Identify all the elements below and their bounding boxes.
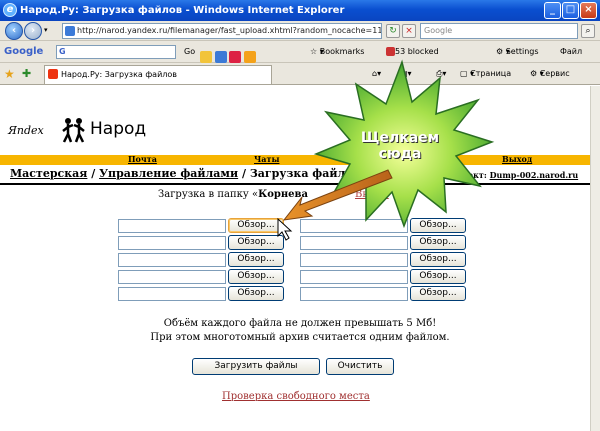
breadcrumb-current: Загрузка файлов xyxy=(249,167,361,180)
window-titlebar: e Народ.Ру: Загрузка файлов - Windows In… xyxy=(0,0,600,21)
address-field[interactable]: http://narod.yandex.ru/filemanager/fast_… xyxy=(62,23,382,39)
url-text: http://narod.yandex.ru/filemanager/fast_… xyxy=(77,26,382,35)
search-input[interactable]: Google xyxy=(420,23,578,39)
file-menu[interactable]: Файл xyxy=(560,41,582,63)
upload-folder-label: Загрузка в папку «Корнева xyxy=(158,189,308,200)
refresh-icon[interactable]: ↻ xyxy=(386,24,400,38)
page-icon xyxy=(65,26,75,36)
breadcrumb-file-management[interactable]: Управление файлами xyxy=(99,167,238,180)
tab-current[interactable]: Народ.Ру: Загрузка файлов xyxy=(44,65,272,84)
narod-logo-text: Народ xyxy=(90,119,147,139)
file-input-9[interactable] xyxy=(118,287,226,301)
choose-folder-link[interactable]: Выбра xyxy=(355,189,389,200)
stop-icon[interactable]: × xyxy=(402,24,416,38)
google-go-button[interactable]: Go xyxy=(184,41,195,63)
page-menu[interactable]: ▢ Страница ▾ xyxy=(460,63,511,85)
project-link[interactable]: Dump-002.narod.ru xyxy=(490,170,579,180)
google-toolbar: Google G Go ☆ Bookmarks ▾ 53 blocked ⚙ Se… xyxy=(0,41,600,63)
folder-name: Корнева xyxy=(258,189,308,200)
project-info: ект: Dump-002.narod.ru xyxy=(468,170,579,180)
back-button[interactable]: ‹ xyxy=(5,22,23,40)
breadcrumb-workshop[interactable]: Мастерская xyxy=(10,167,87,180)
browse-button-7[interactable]: Обзор... xyxy=(228,269,284,284)
nav-chats-link[interactable]: Чаты xyxy=(254,154,279,164)
tools-menu[interactable]: ⚙ Сервис ▾ xyxy=(530,63,570,85)
file-input-1[interactable] xyxy=(118,219,226,233)
add-favorites-icon[interactable]: ✚ xyxy=(22,63,31,85)
maximize-button[interactable]: □ xyxy=(562,2,579,19)
close-button[interactable]: × xyxy=(580,2,597,19)
people-logo-icon xyxy=(62,118,85,143)
browse-button-2[interactable]: Обзор... xyxy=(410,218,466,233)
browse-button-1[interactable]: Обзор... xyxy=(228,218,284,233)
news-icon xyxy=(243,50,256,63)
file-input-4[interactable] xyxy=(300,236,408,250)
file-input-8[interactable] xyxy=(300,270,408,284)
bookmarks-button[interactable]: ☆ Bookmarks ▾ xyxy=(310,41,364,63)
star-icon xyxy=(200,50,212,63)
recent-pages-icon[interactable]: ▾ xyxy=(44,26,48,34)
browse-button-5[interactable]: Обзор... xyxy=(228,252,284,267)
file-input-6[interactable] xyxy=(300,253,408,267)
site-favicon xyxy=(48,69,58,79)
mail-icon xyxy=(229,50,242,63)
narod-logo: Яndex Народ xyxy=(8,118,146,143)
favorites-star-icon[interactable]: ★ xyxy=(4,63,15,85)
print-icon[interactable]: ⎙▾ xyxy=(436,63,446,85)
browse-button-10[interactable]: Обзор... xyxy=(410,286,466,301)
google-logo: Google xyxy=(4,46,44,57)
page-content: Яndex Народ Почта Чаты Выход Мастерская … xyxy=(0,86,600,431)
vertical-scrollbar[interactable] xyxy=(590,86,600,431)
breadcrumb: Мастерская / Управление файлами / Загруз… xyxy=(10,167,361,180)
file-input-7[interactable] xyxy=(118,270,226,284)
window-title: Народ.Ру: Загрузка файлов - Windows Inte… xyxy=(20,5,345,16)
file-input-3[interactable] xyxy=(118,236,226,250)
file-input-2[interactable] xyxy=(300,219,408,233)
divider xyxy=(0,183,590,185)
pagerank-icon xyxy=(214,50,227,63)
home-icon[interactable]: ⌂▾ xyxy=(372,63,381,85)
top-nav-bar: Почта Чаты Выход xyxy=(0,154,590,165)
nav-mail-link[interactable]: Почта xyxy=(128,154,157,164)
yandex-logo: Яndex xyxy=(8,124,44,137)
check-space-link[interactable]: Проверка свободного места xyxy=(222,391,370,402)
minimize-button[interactable]: _ xyxy=(544,2,561,19)
forward-button[interactable]: › xyxy=(24,22,42,40)
upload-files-button[interactable]: Загрузить файлы xyxy=(192,358,320,375)
browse-button-4[interactable]: Обзор... xyxy=(410,235,466,250)
ie-icon: e xyxy=(3,3,17,17)
clear-button[interactable]: Очистить xyxy=(326,358,394,375)
browse-button-9[interactable]: Обзор... xyxy=(228,286,284,301)
feeds-icon[interactable]: ▤▾ xyxy=(400,63,412,85)
google-search-input[interactable]: G xyxy=(56,45,176,59)
size-limit-text: Объём каждого файла не должен превышать … xyxy=(163,318,437,329)
search-go-icon[interactable]: ⌕ xyxy=(581,24,595,38)
tab-toolbar: ★ ✚ Народ.Ру: Загрузка файлов ⌂▾ ▤▾ ⎙▾ ▢… xyxy=(0,63,600,85)
browse-button-6[interactable]: Обзор... xyxy=(410,252,466,267)
archive-note-text: При этом многотомный архив считается одн… xyxy=(150,332,450,343)
browse-button-3[interactable]: Обзор... xyxy=(228,235,284,250)
settings-button[interactable]: ⚙ Settings ▾ xyxy=(496,41,539,63)
file-input-10[interactable] xyxy=(300,287,408,301)
address-toolbar: ‹ › ▾ http://narod.yandex.ru/filemanager… xyxy=(0,21,600,41)
browse-button-8[interactable]: Обзор... xyxy=(410,269,466,284)
file-input-5[interactable] xyxy=(118,253,226,267)
nav-logout-link[interactable]: Выход xyxy=(502,154,532,164)
annotation-callout: Щелкаем сюда xyxy=(360,130,440,162)
popup-blocker-button[interactable]: 53 blocked xyxy=(386,41,439,63)
